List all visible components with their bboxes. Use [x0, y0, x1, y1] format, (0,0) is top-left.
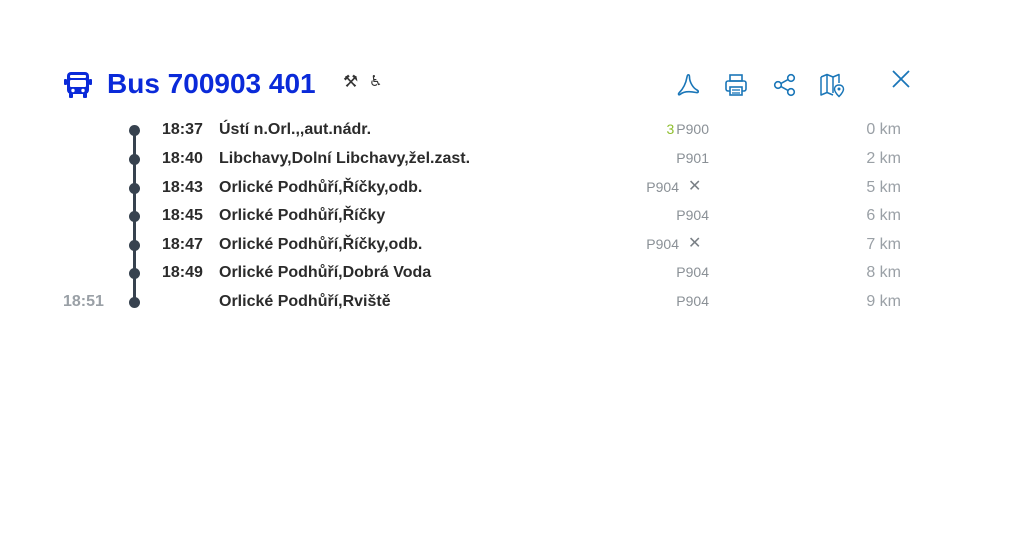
platform: P904	[676, 291, 709, 311]
pdf-icon[interactable]	[674, 71, 702, 99]
bus-icon	[63, 70, 93, 100]
platform-code: P904	[646, 236, 679, 252]
departure-time: 18:47	[162, 236, 203, 253]
list-item[interactable]: 18:37 Ústí n.Orl.,,aut.nádr. 3 P900 0 km	[0, 119, 1019, 143]
distance: 6 km	[866, 207, 901, 224]
stop-dot	[129, 154, 140, 165]
platform: 3 P900	[667, 119, 710, 139]
distance: 8 km	[866, 264, 901, 281]
stop-name[interactable]: Libchavy,Dolní Libchavy,žel.zast.	[219, 148, 470, 170]
platform-code: P904	[676, 293, 709, 309]
stop-dot	[129, 125, 140, 136]
list-item[interactable]: 18:49 Orlické Podhůří,Dobrá Voda P904 8 …	[0, 262, 1019, 286]
stop-name[interactable]: Orlické Podhůří,Rviště	[219, 291, 391, 313]
platform-code: P904	[676, 264, 709, 280]
platform-number: 3	[666, 121, 675, 137]
list-item[interactable]: 18:45 Orlické Podhůří,Říčky P904 6 km	[0, 205, 1019, 229]
wheelchair-icon: ♿	[369, 73, 383, 90]
map-icon[interactable]	[818, 71, 846, 99]
stop-dot	[129, 183, 140, 194]
stop-dot	[129, 268, 140, 279]
departure-time: 18:37	[162, 121, 203, 138]
stop-name[interactable]: Orlické Podhůří,Říčky,odb.	[219, 177, 422, 199]
list-item[interactable]: 18:47 Orlické Podhůří,Říčky,odb. P904 ✕ …	[0, 234, 1019, 258]
list-item[interactable]: 18:51 Orlické Podhůří,Rviště P904 9 km	[0, 291, 1019, 315]
platform: P904	[646, 177, 679, 197]
departure-time: 18:45	[162, 207, 203, 224]
stop-name[interactable]: Orlické Podhůří,Dobrá Voda	[219, 262, 431, 284]
distance: 9 km	[866, 293, 901, 310]
platform-code: P900	[676, 121, 709, 137]
connection-detail-panel: Bus 700903 401 ⚒ ♿ 18:37 Ústí n.Orl.,,au…	[0, 0, 1019, 549]
stop-dot	[129, 240, 140, 251]
request-stop-icon: ✕	[688, 178, 702, 195]
distance: 2 km	[866, 150, 901, 167]
hammer-pick-icon: ⚒	[343, 72, 359, 91]
request-stop-icon: ✕	[688, 235, 702, 252]
platform: P904	[676, 262, 709, 282]
platform-code: P904	[676, 207, 709, 223]
platform: P904	[646, 234, 679, 254]
platform: P901	[676, 148, 709, 168]
print-icon[interactable]	[722, 71, 750, 99]
page-title: Bus 700903 401	[107, 68, 316, 99]
distance: 0 km	[866, 121, 901, 138]
list-item[interactable]: 18:40 Libchavy,Dolní Libchavy,žel.zast. …	[0, 148, 1019, 172]
departure-time: 18:43	[162, 179, 203, 196]
arrival-time: 18:51	[63, 293, 104, 310]
stop-dot	[129, 297, 140, 308]
distance: 7 km	[866, 236, 901, 253]
stop-dot	[129, 211, 140, 222]
distance: 5 km	[866, 179, 901, 196]
platform: P904	[676, 205, 709, 225]
platform-code: P901	[676, 150, 709, 166]
platform-code: P904	[646, 179, 679, 195]
list-item[interactable]: 18:43 Orlické Podhůří,Říčky,odb. P904 ✕ …	[0, 177, 1019, 201]
stop-name[interactable]: Orlické Podhůří,Říčky	[219, 205, 385, 227]
stop-name[interactable]: Orlické Podhůří,Říčky,odb.	[219, 234, 422, 256]
share-icon[interactable]	[771, 71, 799, 99]
departure-time: 18:40	[162, 150, 203, 167]
departure-time: 18:49	[162, 264, 203, 281]
close-icon[interactable]	[887, 66, 915, 94]
stop-name[interactable]: Ústí n.Orl.,,aut.nádr.	[219, 119, 371, 141]
